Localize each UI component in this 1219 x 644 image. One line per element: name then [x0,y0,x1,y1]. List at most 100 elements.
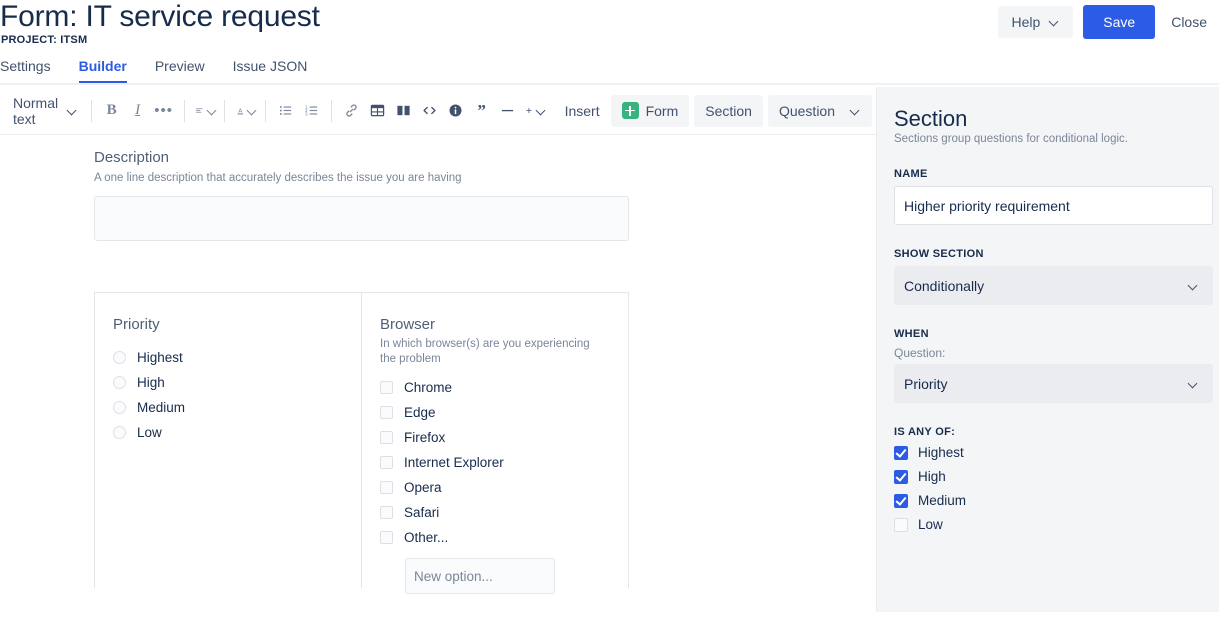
name-field-label: NAME [894,168,1202,180]
when-question-select[interactable]: Priority [894,364,1213,403]
checkbox-option-label: Opera [404,480,442,495]
checkbox-option-label: Chrome [404,380,452,395]
text-style-label: Normal text [13,95,61,127]
plus-icon [622,102,639,119]
add-form-button[interactable]: Form [611,95,690,127]
layout-columns-icon [396,103,411,118]
add-section-button[interactable]: Section [694,95,763,127]
italic-icon: I [135,102,140,119]
checkbox-icon [380,481,393,494]
condition-option-label: Medium [918,493,966,508]
chevron-down-icon [248,106,253,116]
numbered-list-icon: 1 2 3 [304,103,319,118]
bullet-list-button[interactable] [272,96,298,126]
table-icon [370,103,385,118]
radio-option-low[interactable]: Low [113,421,343,444]
add-content-icon [525,103,533,118]
checkbox-option-label: Firefox [404,430,445,445]
is-any-of-label: IS ANY OF: [894,426,1202,438]
link-button[interactable] [339,96,365,126]
chevron-down-icon [1050,17,1060,27]
close-button[interactable]: Close [1165,5,1213,39]
tab-bar: Settings Builder Preview Issue JSON [0,58,1219,85]
show-section-value: Conditionally [904,278,984,294]
checkbox-option-other[interactable]: Other... [380,526,610,549]
text-color-button[interactable]: A [232,96,258,126]
checkbox-option-label: Safari [404,505,439,520]
checkbox-icon [380,456,393,469]
text-align-button[interactable] [191,96,217,126]
radio-option-label: High [137,375,165,390]
section-name-input[interactable]: Higher priority requirement [894,186,1213,225]
text-style-dropdown[interactable]: Normal text [4,96,84,126]
checkbox-option-edge[interactable]: Edge [380,401,610,424]
form-canvas: Description A one line description that … [0,135,876,644]
save-button[interactable]: Save [1083,5,1155,39]
checkbox-option-firefox[interactable]: Firefox [380,426,610,449]
section-settings-panel: Section Sections group questions for con… [876,87,1219,612]
checkbox-icon [380,431,393,444]
when-question-value: Priority [904,376,948,392]
priority-label: Priority [113,315,343,335]
checkbox-option-internet-explorer[interactable]: Internet Explorer [380,451,610,474]
italic-button[interactable]: I [125,96,151,126]
new-option-input[interactable]: New option... [405,558,555,594]
radio-option-high[interactable]: High [113,371,343,394]
insert-button[interactable]: Insert [554,95,611,127]
tab-builder[interactable]: Builder [65,58,141,81]
question-help-text: A one line description that accurately d… [94,170,629,186]
more-formatting-button[interactable]: ••• [151,96,177,126]
help-button[interactable]: Help [998,6,1073,38]
radio-option-medium[interactable]: Medium [113,396,343,419]
checkbox-checked-icon [894,446,908,460]
checkbox-checked-icon [894,470,908,484]
numbered-list-button[interactable]: 1 2 3 [298,96,324,126]
toolbar-divider [184,100,185,122]
chevron-down-icon [537,106,542,116]
radio-option-label: Highest [137,350,183,365]
add-question-button[interactable]: Question [768,95,872,127]
project-breadcrumb: PROJECT: ITSM [1,34,87,46]
browser-label: Browser [380,315,610,335]
toolbar-divider [91,100,92,122]
condition-option-low[interactable]: Low [894,513,1202,536]
description-input[interactable] [94,196,629,241]
checkbox-option-opera[interactable]: Opera [380,476,610,499]
add-content-button[interactable] [521,96,547,126]
page-title: Form: IT service request [0,0,320,36]
info-panel-icon [448,103,463,118]
tab-preview[interactable]: Preview [141,58,219,81]
tab-settings[interactable]: Settings [0,58,65,81]
radio-option-label: Low [137,425,162,440]
table-cell-browser: Browser In which browser(s) are you expe… [362,293,628,588]
radio-option-highest[interactable]: Highest [113,346,343,369]
condition-option-highest[interactable]: Highest [894,441,1202,464]
question-label: Description [94,148,629,168]
table-button[interactable] [365,96,391,126]
bold-button[interactable]: B [99,96,125,126]
section-name-value: Higher priority requirement [904,198,1070,214]
code-button[interactable] [417,96,443,126]
horizontal-rule-button[interactable] [495,96,521,126]
form-builder-page: Form: IT service request PROJECT: ITSM H… [0,0,1219,644]
text-align-icon [195,103,203,118]
quote-button[interactable]: ” [469,96,495,126]
two-column-table: Priority Highest High Medium Low [94,292,629,588]
radio-icon [113,401,126,414]
checkbox-checked-icon [894,494,908,508]
layout-columns-button[interactable] [391,96,417,126]
toolbar-divider [331,100,332,122]
tab-issue-json[interactable]: Issue JSON [219,58,322,81]
show-section-select[interactable]: Conditionally [894,266,1213,305]
browser-help-text: In which browser(s) are you experiencing… [380,337,605,367]
checkbox-option-chrome[interactable]: Chrome [380,376,610,399]
question-description: Description A one line description that … [94,148,629,241]
code-icon [422,103,437,118]
checkbox-icon [380,531,393,544]
condition-option-medium[interactable]: Medium [894,489,1202,512]
condition-option-label: High [918,469,946,484]
condition-option-high[interactable]: High [894,465,1202,488]
info-panel-button[interactable] [443,96,469,126]
checkbox-option-safari[interactable]: Safari [380,501,610,524]
bullet-list-icon [278,103,293,118]
